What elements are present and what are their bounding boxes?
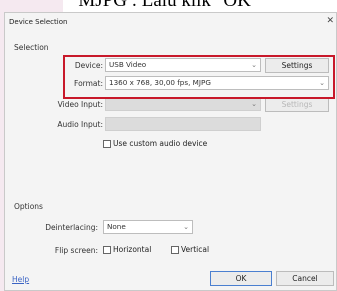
deinterlacing-label: Deinterlacing: bbox=[45, 223, 98, 232]
video-input-settings-button[interactable]: Settings bbox=[265, 97, 329, 112]
dialog-title: Device Selection bbox=[9, 18, 68, 26]
custom-audio-label: Use custom audio device bbox=[113, 139, 208, 148]
custom-audio-checkbox[interactable]: Use custom audio device bbox=[103, 139, 207, 148]
checkbox-icon bbox=[103, 246, 111, 254]
flip-horizontal-checkbox[interactable]: Horizontal bbox=[103, 245, 151, 254]
audio-input-dropdown[interactable] bbox=[105, 117, 261, 131]
flip-vertical-label: Vertical bbox=[181, 245, 210, 254]
cancel-button[interactable]: Cancel bbox=[276, 271, 334, 286]
video-input-dropdown[interactable]: ⌄ bbox=[105, 97, 261, 111]
deinterlacing-value: None bbox=[107, 222, 126, 231]
checkbox-icon bbox=[103, 140, 111, 148]
chevron-down-icon: ⌄ bbox=[251, 100, 257, 108]
help-link[interactable]: Help bbox=[12, 275, 29, 284]
flip-vertical-checkbox[interactable]: Vertical bbox=[171, 245, 209, 254]
video-input-label: Video Input: bbox=[57, 100, 103, 109]
options-section-label: Options bbox=[14, 202, 43, 211]
deinterlacing-dropdown[interactable]: None ⌄ bbox=[103, 220, 193, 234]
close-icon[interactable]: ✕ bbox=[326, 16, 334, 26]
flip-screen-label: Flip screen: bbox=[54, 246, 98, 255]
audio-input-label: Audio Input: bbox=[57, 120, 103, 129]
caption-text: MJPG : Lalu klik "OK" bbox=[78, 0, 259, 11]
selection-section-label: Selection bbox=[14, 43, 49, 52]
ok-button[interactable]: OK bbox=[210, 271, 272, 286]
device-selection-dialog: Device Selection ✕ Selection Device: USB… bbox=[4, 12, 337, 291]
checkbox-icon bbox=[171, 246, 179, 254]
chevron-down-icon: ⌄ bbox=[183, 223, 189, 231]
highlight-box bbox=[63, 55, 335, 99]
flip-horizontal-label: Horizontal bbox=[113, 245, 152, 254]
